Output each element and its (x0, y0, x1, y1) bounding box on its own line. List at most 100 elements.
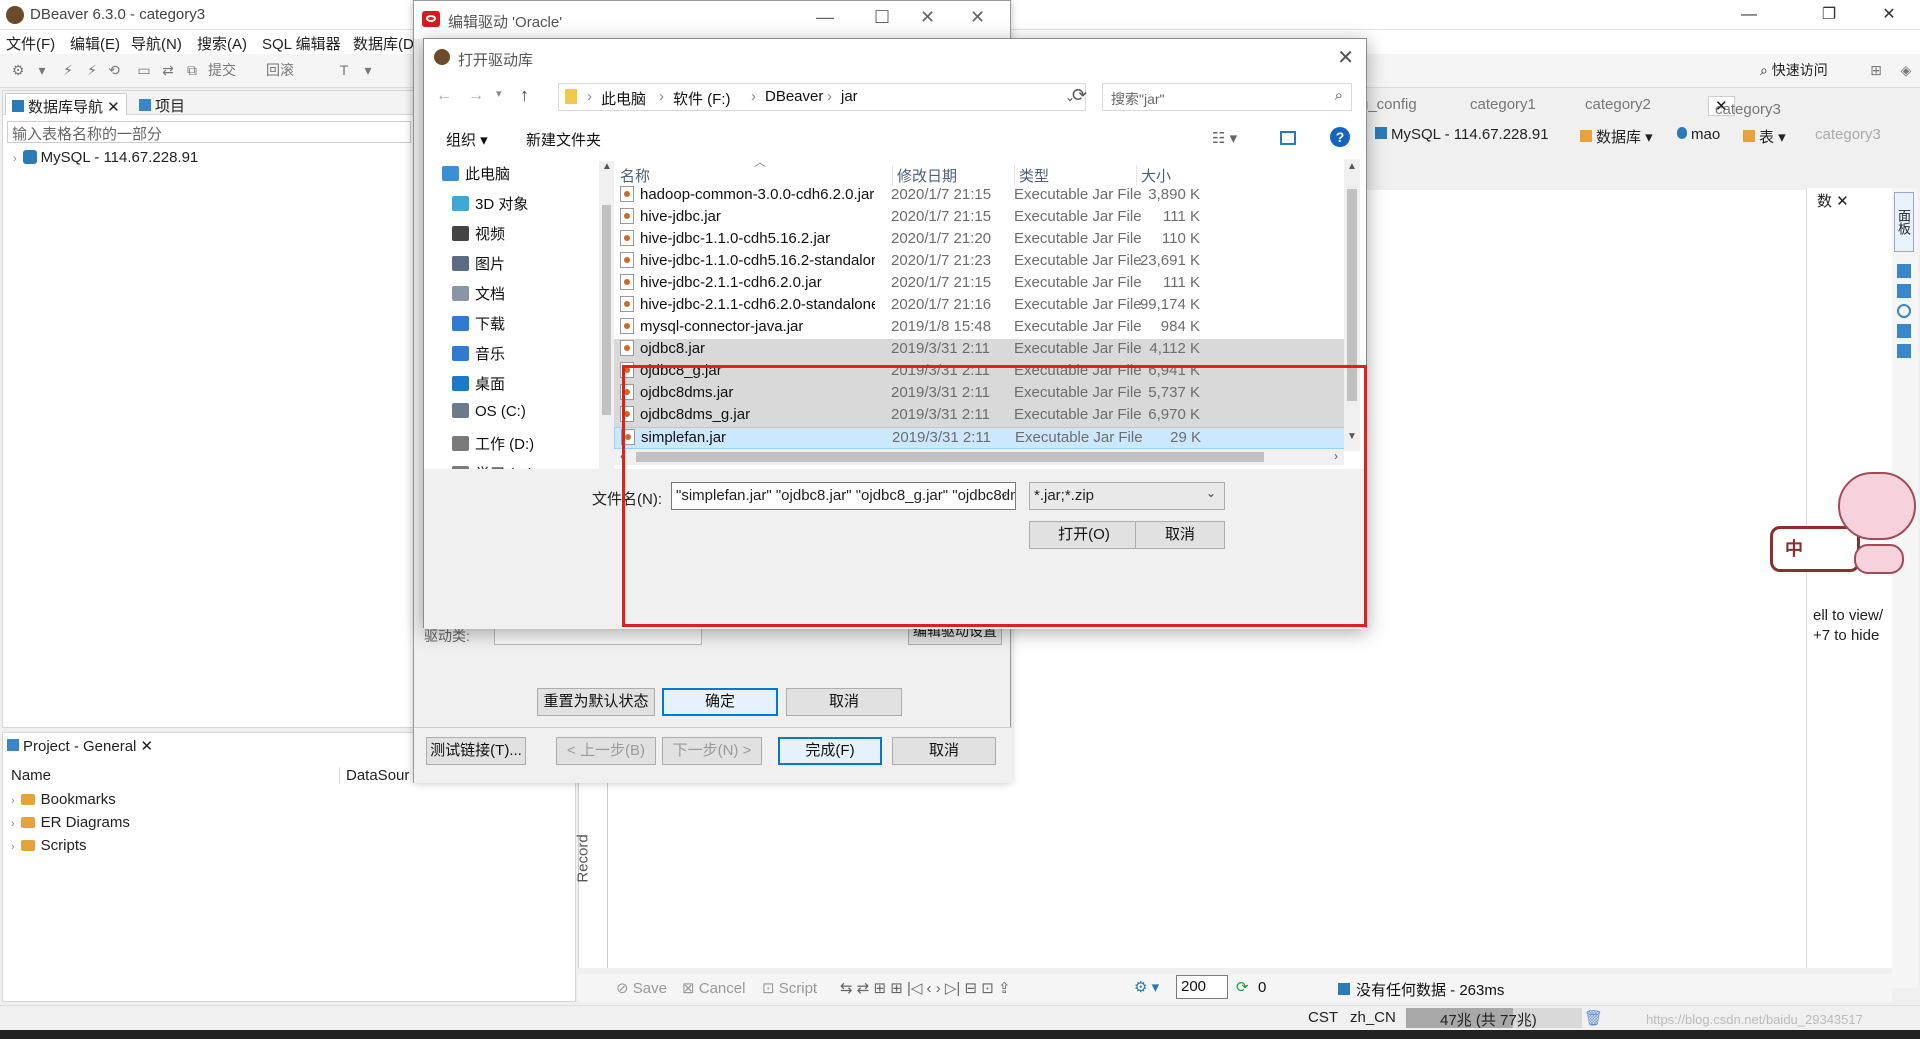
breadcrumb-database[interactable]: 数据库 ▾ (1580, 126, 1653, 147)
forward-icon[interactable]: → (468, 87, 484, 105)
recent-dropdown-icon[interactable]: ▾ (496, 87, 502, 100)
panel-icon[interactable] (1897, 324, 1911, 338)
address-bar[interactable]: › 此电脑 › 软件 (F:) › DBeaver › jar ⌄ (558, 83, 1086, 111)
file-row[interactable]: hadoop-common-3.0.0-cdh6.2.0.jar 2020/1/7… (614, 185, 1348, 207)
tab-category3[interactable]: category3 ✕ (1708, 96, 1781, 118)
record-side-tab[interactable]: Record (575, 770, 607, 960)
nav-item[interactable]: 此电脑 (442, 163, 510, 185)
nav-item[interactable]: 文档 (452, 283, 505, 305)
file-row[interactable]: hive-jdbc.jar 2020/1/7 21:15 Executable Ja… (614, 207, 1348, 229)
tab-g-config[interactable]: g_config (1360, 96, 1417, 113)
history-icon[interactable]: ⧉ (184, 62, 200, 78)
dropdown-icon[interactable]: ▾ (34, 62, 50, 78)
project-item-bookmarks[interactable]: › Bookmarks (11, 791, 116, 808)
panel-icon[interactable] (1897, 304, 1911, 318)
scroll-right-icon[interactable]: › (1334, 449, 1338, 463)
file-row[interactable]: ojdbc8dms_g.jar 2019/3/31 2:11 Executable … (614, 405, 1348, 427)
scroll-up-icon[interactable]: ▲ (602, 161, 612, 172)
ok-button[interactable]: 确定 (662, 688, 778, 716)
file-row[interactable]: hive-jdbc-1.1.0-cdh5.16.2.jar 2020/1/7 21… (614, 229, 1348, 251)
panel-icon[interactable] (1897, 344, 1911, 358)
expand-arrow-icon[interactable]: › (13, 153, 17, 165)
column-size[interactable]: 大小 (1136, 165, 1171, 186)
close-icon[interactable]: ✕ (920, 7, 935, 28)
nav-item[interactable]: 3D 对象 (452, 193, 528, 215)
settings-icon[interactable]: ⚙ ▾ (1134, 978, 1159, 996)
rollback-button[interactable]: 回滚 (266, 62, 316, 78)
tab-database-navigator[interactable]: 数据库导航 ✕ (5, 93, 127, 116)
column-type[interactable]: 类型 (1014, 165, 1049, 186)
panel-icon[interactable] (1897, 284, 1911, 298)
nav-item[interactable]: 桌面 (452, 373, 505, 395)
new-connection-icon[interactable]: ⚙ (10, 62, 26, 78)
file-scroll-thumb[interactable] (1347, 189, 1357, 401)
column-name[interactable]: Name (11, 767, 51, 784)
open-button[interactable]: 打开(O) (1029, 521, 1139, 549)
nav-item[interactable]: 图片 (452, 253, 505, 275)
nav-scroll-thumb[interactable] (602, 205, 611, 415)
scroll-left-icon[interactable]: ‹ (620, 449, 624, 463)
panels-vertical-tab[interactable]: 面板 (1894, 192, 1914, 252)
minimize-button[interactable]: — (1726, 2, 1772, 28)
menu-search[interactable]: 搜索(A) (197, 33, 247, 54)
perspective-icon[interactable]: ⊞ (1868, 62, 1884, 78)
nav-item[interactable]: 音乐 (452, 343, 505, 365)
expand-arrow-icon[interactable]: › (11, 818, 15, 830)
up-icon[interactable]: ↑ (520, 85, 529, 106)
format-icon[interactable]: T (336, 62, 352, 78)
previous-button[interactable]: < 上一步(B) (556, 737, 656, 765)
path-drive-f[interactable]: 软件 (F:) (673, 88, 731, 109)
project-item-er-diagrams[interactable]: › ER Diagrams (11, 814, 130, 831)
side-tab[interactable]: 数 ✕ (1817, 190, 1849, 211)
script-button[interactable]: ⊡ Script (762, 979, 817, 997)
file-row[interactable]: ojdbc8_g.jar 2019/3/31 2:11 Executable Jar… (614, 361, 1348, 383)
project-item-scripts[interactable]: › Scripts (11, 837, 87, 854)
breadcrumb-table-type[interactable]: 表 ▾ (1743, 126, 1786, 147)
breadcrumb-table[interactable]: category3 (1815, 126, 1881, 143)
organize-button[interactable]: 组织 ▾ (446, 129, 488, 150)
file-scrollbar[interactable]: ▲ ▼ (1344, 159, 1360, 451)
menu-navigate[interactable]: 导航(N) (131, 33, 182, 54)
refresh-icon[interactable]: ⟳ (1236, 978, 1249, 996)
back-icon[interactable]: ← (436, 87, 452, 105)
commit-button[interactable]: 提交 (208, 62, 258, 78)
file-row[interactable]: ojdbc8dms.jar 2019/3/31 2:11 Executable Ja… (614, 383, 1348, 405)
breadcrumb-schema[interactable]: mao (1677, 126, 1720, 143)
menu-file[interactable]: 文件(F) (6, 33, 55, 54)
navigator-filter-input[interactable]: 输入表格名称的一部分 (7, 121, 411, 143)
close-icon[interactable]: ✕ (970, 7, 985, 28)
quick-access[interactable]: ⌕ 快速访问 (1760, 62, 1860, 78)
invalidate-icon[interactable]: ⟲ (106, 62, 122, 78)
scroll-down-icon[interactable]: ▼ (1347, 431, 1357, 442)
column-datasource[interactable]: DataSour (339, 767, 409, 784)
file-row[interactable]: simplefan.jar 2019/3/31 2:11 Executable Ja… (614, 427, 1348, 449)
view-options-icon[interactable]: ☷ ▾ (1212, 129, 1237, 147)
file-row[interactable]: hive-jdbc-2.1.1-cdh6.2.0.jar 2020/1/7 21:… (614, 273, 1348, 295)
filename-dropdown-icon[interactable]: ⌄ (999, 486, 1009, 500)
breadcrumb-connection[interactable]: MySQL - 114.67.228.91 (1375, 126, 1549, 143)
test-connection-button[interactable]: 测试链接(T)... (426, 737, 526, 765)
expand-arrow-icon[interactable]: › (11, 841, 15, 853)
file-cancel-button[interactable]: 取消 (1135, 521, 1225, 549)
cancel-button[interactable]: 取消 (786, 688, 902, 716)
nav-item[interactable]: 视频 (452, 223, 505, 245)
save-button[interactable]: ⊘ Save (616, 979, 667, 997)
reset-default-button[interactable]: 重置为默认状态 (537, 688, 655, 716)
maximize-icon[interactable]: ☐ (874, 7, 890, 28)
tab-category2[interactable]: category2 (1585, 96, 1651, 113)
sql-editor-icon[interactable]: ▭ (136, 62, 152, 78)
close-window-button[interactable]: ✕ (1866, 2, 1912, 28)
finish-button[interactable]: 完成(F) (778, 737, 882, 765)
new-folder-button[interactable]: 新建文件夹 (526, 129, 601, 150)
expand-arrow-icon[interactable]: › (11, 795, 15, 807)
tree-item-mysql[interactable]: › MySQL - 114.67.228.91 (13, 149, 198, 166)
gc-icon[interactable]: 🗑 (1584, 1009, 1603, 1027)
file-row[interactable]: mysql-connector-java.jar 2019/1/8 15:48 Ex… (614, 317, 1348, 339)
disconnect-icon[interactable]: ⚡ (84, 62, 100, 78)
nav-item[interactable]: OS (C:) (452, 403, 526, 425)
nav-item[interactable]: 下载 (452, 313, 505, 335)
search-icon[interactable]: ⌕ (1335, 87, 1343, 104)
path-jar[interactable]: jar (841, 88, 858, 105)
scroll-up-icon[interactable]: ▲ (1347, 161, 1357, 172)
search-box[interactable]: 搜索"jar" ⌕ (1102, 83, 1352, 111)
